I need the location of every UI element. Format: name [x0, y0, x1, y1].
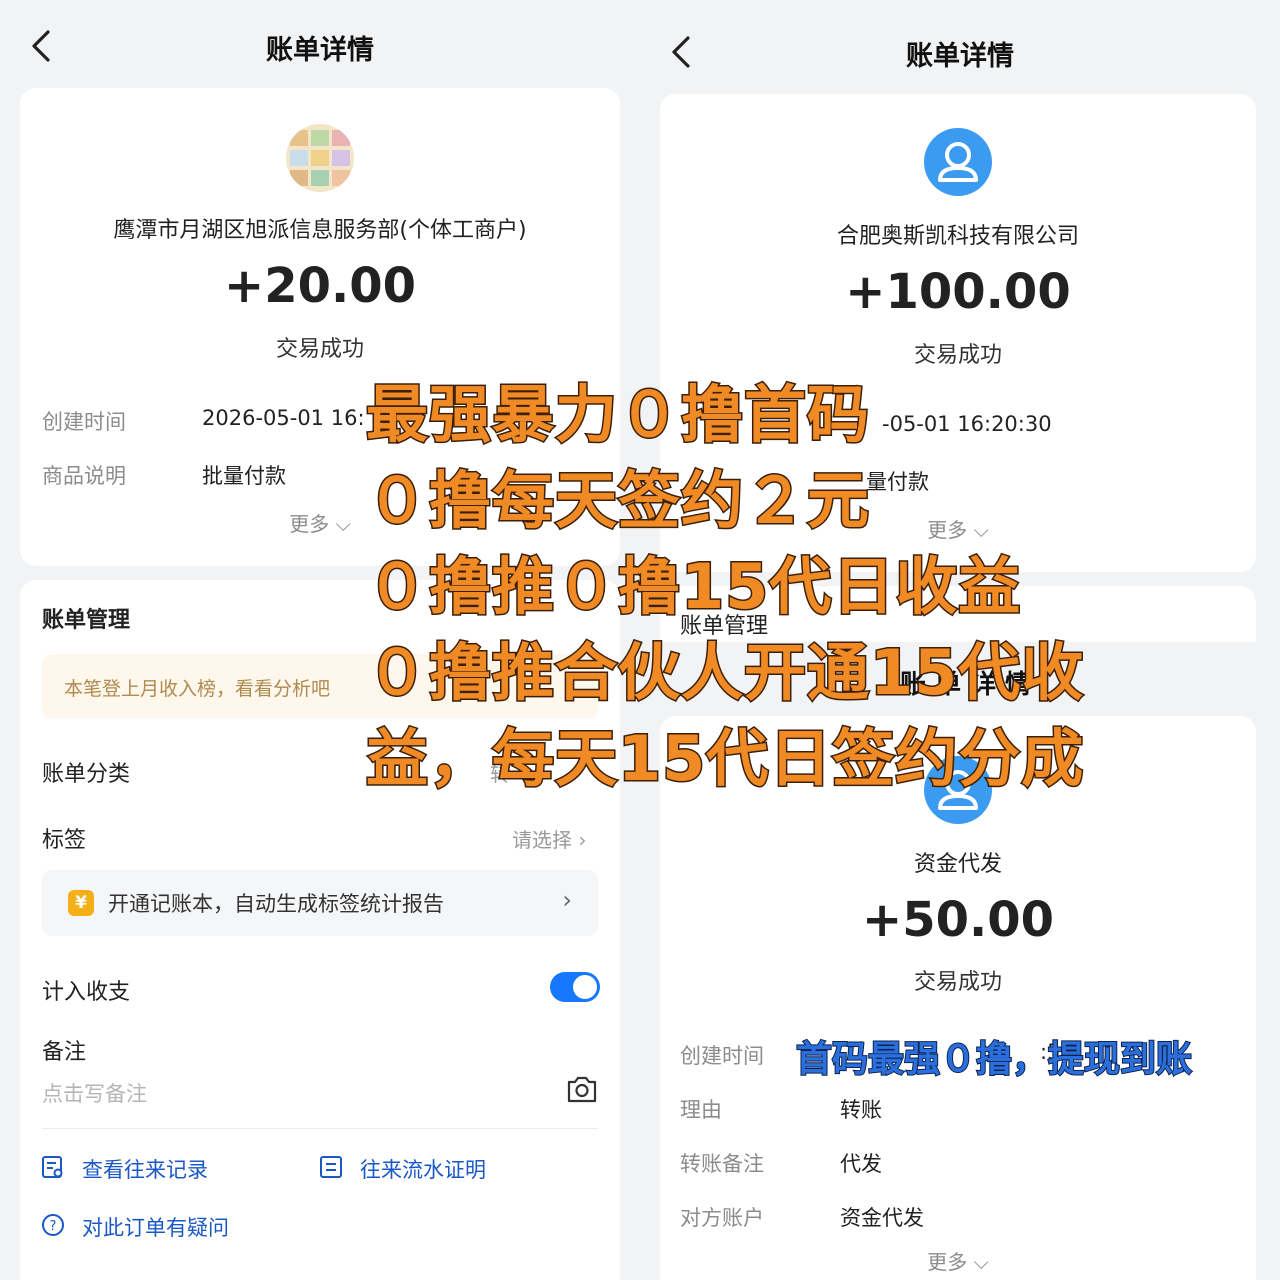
tag-label: 标签: [42, 828, 87, 853]
amount: +50.00: [861, 892, 1055, 948]
amount: +100.00: [845, 264, 1071, 320]
created-time-label: 创建时间: [680, 1044, 764, 1068]
tag-select[interactable]: 请选择 ›: [512, 824, 586, 853]
bill-category-label: 账单分类: [42, 762, 131, 787]
product-desc-value: 批量付款: [202, 464, 286, 488]
proof-document-icon: [320, 1156, 342, 1178]
divider: [42, 1128, 598, 1129]
counterparty-value: 资金代发: [840, 1206, 924, 1230]
chevron-right-icon: ›: [562, 886, 572, 914]
include-in-stats-toggle[interactable]: [550, 972, 600, 1002]
nav-bar: 账单详情: [0, 0, 640, 80]
promo-footer-text: 首码最强０撸，提现到账: [795, 1038, 1193, 1081]
transaction-status: 交易成功: [913, 970, 1002, 995]
ledger-promo[interactable]: ¥ 开通记账本，自动生成标签统计报告 ›: [42, 870, 598, 936]
svg-text:?: ?: [50, 1219, 57, 1234]
reason-value: 转账: [840, 1098, 882, 1122]
transaction-status: 交易成功: [275, 337, 364, 362]
created-time-label: 创建时间: [42, 410, 126, 434]
page-title: 账单详情: [266, 35, 374, 66]
note-input[interactable]: 点击写备注: [42, 1078, 147, 1108]
question-circle-icon: ?: [42, 1214, 64, 1236]
merchant-avatar-icon: [286, 124, 354, 192]
amount: +20.00: [223, 258, 417, 314]
merchant-name: 资金代发: [913, 852, 1002, 877]
page-title: 账单详情: [906, 41, 1014, 72]
note-label: 备注: [42, 1040, 87, 1065]
reason-label: 理由: [680, 1098, 722, 1122]
promo-line: 益，每天15代日签约分成: [365, 721, 1085, 797]
ledger-promo-text: 开通记账本，自动生成标签统计报告: [108, 892, 444, 916]
banner-text: 本笔登上月收入榜，看看分析吧: [64, 678, 331, 700]
coin-icon: ¥: [68, 890, 94, 916]
transaction-proof-link[interactable]: 往来流水证明: [360, 1154, 486, 1184]
promo-overlay-text: 最强暴力０撸首码 ０撸每天签约２元 ０撸推０撸15代日收益 ０撸推合伙人开通15…: [365, 372, 1166, 802]
view-history-link[interactable]: 查看往来记录: [82, 1154, 208, 1184]
more-button[interactable]: 更多 ⌵: [660, 1246, 1256, 1275]
created-time-value: 2026-05-01 16:: [202, 406, 365, 430]
record-list-icon: [42, 1156, 63, 1178]
include-in-stats-label: 计入收支: [42, 980, 131, 1005]
bill-management-title: 账单管理: [42, 608, 131, 633]
promo-line: ０撸推合伙人开通15代收: [365, 635, 1085, 711]
order-question-link[interactable]: 对此订单有疑问: [82, 1212, 229, 1242]
promo-line: 最强暴力０撸首码: [365, 377, 871, 453]
counterparty-label: 对方账户: [680, 1206, 764, 1230]
promo-line: ０撸推０撸15代日收益: [365, 549, 1022, 625]
promo-line: ０撸每天签约２元: [365, 463, 871, 539]
transfer-note-value: 代发: [840, 1152, 882, 1176]
default-avatar-icon: [924, 128, 992, 196]
toggle-knob: [573, 975, 597, 999]
nav-bar: 账单详情: [640, 6, 1280, 86]
merchant-name: 合肥奥斯凯科技有限公司: [836, 224, 1079, 249]
camera-icon[interactable]: [566, 1074, 598, 1104]
transaction-status: 交易成功: [913, 343, 1002, 368]
product-desc-label: 商品说明: [42, 464, 126, 488]
merchant-name: 鹰潭市月湖区旭派信息服务部(个体工商户): [113, 218, 527, 243]
transfer-note-label: 转账备注: [680, 1152, 764, 1176]
